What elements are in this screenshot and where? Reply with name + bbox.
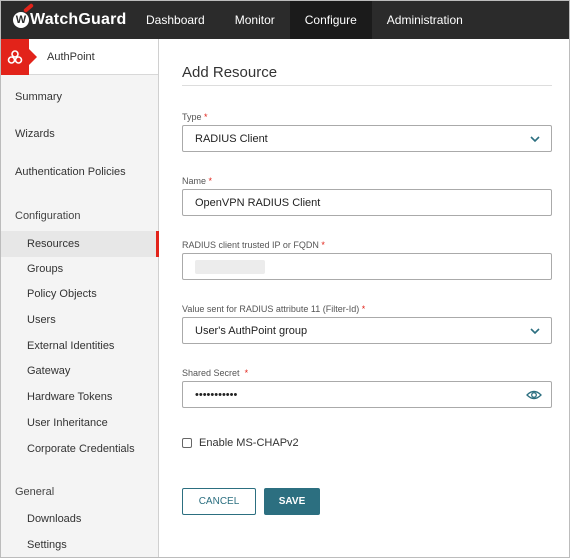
sidebar-item-downloads[interactable]: Downloads	[1, 508, 158, 530]
nav-configure[interactable]: Configure	[289, 1, 372, 39]
sidebar-item-gateway[interactable]: Gateway	[1, 360, 158, 382]
logo-mark: W	[13, 12, 29, 28]
trusted-ip-label-text: RADIUS client trusted IP or FQDN	[182, 240, 319, 250]
filter-id-select-value: User's AuthPoint group	[195, 324, 308, 337]
required-marker: *	[208, 176, 213, 186]
logo-text: WatchGuard	[30, 11, 127, 28]
sidebar: AuthPoint Summary Wizards Authentication…	[1, 38, 159, 557]
sidebar-item-users[interactable]: Users	[1, 309, 158, 331]
mschap-label: Enable MS-CHAPv2	[199, 437, 299, 449]
type-select-value: RADIUS Client	[195, 132, 268, 145]
main-content: Add Resource Type * RADIUS Client Name *…	[160, 39, 570, 557]
sidebar-item-summary[interactable]: Summary	[1, 86, 158, 108]
sidebar-item-wizards[interactable]: Wizards	[1, 123, 158, 145]
trusted-ip-field[interactable]	[182, 253, 552, 280]
sidebar-product-header[interactable]: AuthPoint	[1, 38, 158, 75]
shared-secret-value: •••••••••••	[195, 388, 238, 401]
required-marker: *	[244, 368, 249, 378]
filter-id-select[interactable]: User's AuthPoint group	[182, 317, 552, 344]
name-field-value: OpenVPN RADIUS Client	[195, 196, 321, 209]
sidebar-item-corporate-credentials[interactable]: Corporate Credentials	[1, 438, 158, 460]
sidebar-item-authentication-policies[interactable]: Authentication Policies	[1, 161, 158, 183]
type-label: Type *	[182, 112, 208, 122]
filter-id-label-text: Value sent for RADIUS attribute 11 (Filt…	[182, 304, 360, 314]
shared-secret-label-text: Shared Secret	[182, 368, 240, 378]
name-label-text: Name	[182, 176, 207, 186]
page-title: Add Resource	[182, 64, 278, 81]
type-select[interactable]: RADIUS Client	[182, 125, 552, 152]
top-navigation-bar: W WatchGuard Dashboard Monitor Configure …	[1, 1, 569, 39]
sidebar-item-external-identities[interactable]: External Identities	[1, 335, 158, 357]
main-nav: Dashboard Monitor Configure Administrati…	[131, 1, 478, 39]
sidebar-section-configuration: Configuration	[15, 210, 81, 222]
required-marker: *	[321, 240, 325, 250]
required-marker: *	[204, 112, 208, 122]
nav-dashboard[interactable]: Dashboard	[131, 1, 220, 39]
filter-id-label: Value sent for RADIUS attribute 11 (Filt…	[182, 304, 365, 314]
nav-administration[interactable]: Administration	[372, 1, 478, 39]
name-label: Name *	[182, 176, 212, 186]
sidebar-item-hardware-tokens[interactable]: Hardware Tokens	[1, 386, 158, 408]
sidebar-item-groups[interactable]: Groups	[1, 258, 158, 280]
title-divider	[182, 85, 552, 86]
redacted-value	[195, 259, 265, 274]
cancel-button[interactable]: CANCEL	[182, 488, 256, 515]
sidebar-item-settings[interactable]: Settings	[1, 534, 158, 556]
authpoint-icon	[1, 38, 37, 75]
required-marker: *	[361, 304, 366, 314]
shared-secret-label: Shared Secret *	[182, 368, 248, 378]
sidebar-item-user-inheritance[interactable]: User Inheritance	[1, 412, 158, 434]
sidebar-item-policy-objects[interactable]: Policy Objects	[1, 283, 158, 305]
sidebar-section-general: General	[15, 486, 55, 498]
shared-secret-field[interactable]: •••••••••••	[182, 381, 552, 408]
sidebar-product-title: AuthPoint	[47, 50, 95, 63]
trusted-ip-label: RADIUS client trusted IP or FQDN *	[182, 240, 325, 250]
mschap-option: Enable MS-CHAPv2	[182, 437, 299, 449]
save-button[interactable]: SAVE	[264, 488, 320, 515]
sidebar-item-resources[interactable]: Resources	[1, 231, 159, 257]
chevron-down-icon	[530, 328, 540, 335]
watchguard-logo[interactable]: W WatchGuard	[1, 1, 131, 39]
name-field[interactable]: OpenVPN RADIUS Client	[182, 189, 552, 216]
nav-monitor[interactable]: Monitor	[220, 1, 290, 39]
type-label-text: Type	[182, 112, 202, 122]
eye-icon[interactable]	[526, 388, 542, 402]
mschap-checkbox[interactable]	[182, 438, 192, 448]
chevron-down-icon	[530, 136, 540, 143]
